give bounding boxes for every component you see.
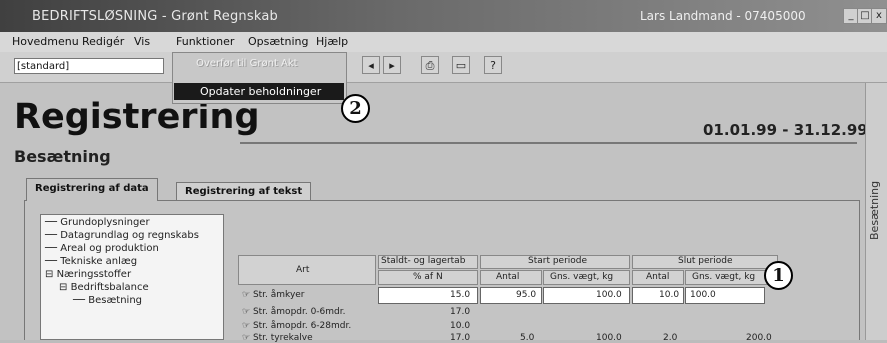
menu-rediger[interactable]: Redigér <box>82 35 124 48</box>
title-divider <box>240 142 857 144</box>
tab-registrering-tekst[interactable]: Registrering af tekst <box>176 182 312 200</box>
cell-slut-vaegt-0: 100.0 <box>690 290 716 300</box>
tree-item-tekniske-anlaeg[interactable]: ── Tekniske anlæg <box>45 256 137 267</box>
row-art-1[interactable]: ☞ Str. åmopdr. 0-6mdr. <box>242 307 346 317</box>
header-slut-vaegt: Gns. vægt, kg <box>692 272 756 282</box>
cell-tab-3: 17.0 <box>450 333 471 343</box>
row-art-3[interactable]: ☞ Str. tyrekalve <box>242 333 313 343</box>
collapse-icon[interactable]: ⊟ <box>45 269 53 280</box>
arrow-right-icon[interactable]: ▸ <box>383 56 401 74</box>
close-button[interactable]: x <box>871 8 887 24</box>
header-art: Art <box>296 265 310 275</box>
arrow-left-icon[interactable]: ◂ <box>362 56 380 74</box>
header-slut-periode: Slut periode <box>678 256 733 266</box>
tree-item-datagrundlag[interactable]: ── Datagrundlag og regnskabs <box>45 230 199 241</box>
tree-item-naeringsstoffer[interactable]: ⊟ Næringsstoffer <box>45 269 131 280</box>
header-slut-antal: Antal <box>646 272 670 282</box>
header-staldtab: Staldt- og lagertab <box>381 256 466 266</box>
tree-item-areal[interactable]: ── Areal og produktion <box>45 243 159 254</box>
header-start-periode: Start periode <box>528 256 588 266</box>
collapse-icon[interactable]: ⊟ <box>59 282 67 293</box>
row-art-2[interactable]: ☞ Str. åmopdr. 6-28mdr. <box>242 321 351 331</box>
tree-item-grundoplysninger[interactable]: ── Grundoplysninger <box>45 217 150 228</box>
date-range: 01.01.99 - 31.12.99 <box>703 121 868 139</box>
callout-marker-2: 2 <box>341 94 370 123</box>
view-select[interactable]: [standard] <box>14 58 164 74</box>
side-panel-label: Besætning <box>868 180 881 240</box>
print-icon[interactable]: ⎙ <box>421 56 439 74</box>
user-label: Lars Landmand - 07405000 <box>640 9 806 23</box>
tab-registrering-data[interactable]: Registrering af data <box>26 178 158 201</box>
menu-funktioner[interactable]: Funktioner <box>176 35 234 48</box>
cell-slut-antal-0: 10.0 <box>659 290 680 300</box>
row-art-0[interactable]: ☞ Str. åmkyer <box>242 290 305 300</box>
cell-start-vaegt-3: 100.0 <box>596 333 622 343</box>
menu-hovedmenu[interactable]: Hovedmenu <box>12 35 79 48</box>
cell-slut-vaegt-3: 200.0 <box>746 333 772 343</box>
cell-tab-2: 10.0 <box>450 321 471 331</box>
menu-opsaetning[interactable]: Opsætning <box>248 35 308 48</box>
callout-marker-1: 1 <box>764 261 793 290</box>
header-pct-n: % af N <box>413 272 443 282</box>
cell-slut-antal-3: 2.0 <box>663 333 678 343</box>
tree-item-besaetning[interactable]: ── Besætning <box>73 295 142 306</box>
help-icon[interactable]: ? <box>484 56 502 74</box>
menu-hjaelp[interactable]: Hjælp <box>316 35 348 48</box>
cell-tab-0: 15.0 <box>450 290 471 300</box>
header-start-antal: Antal <box>496 272 520 282</box>
header-start-vaegt: Gns. vægt, kg <box>550 272 614 282</box>
menu-item-overfoer: Overfør til Grønt Akt <box>196 58 298 69</box>
tree-item-bedriftsbalance[interactable]: ⊟ Bedriftsbalance <box>59 282 149 293</box>
menu-item-opdater-beholdninger[interactable]: Opdater beholdninger <box>174 83 344 100</box>
menu-bar: Hovedmenu Redigér Vis Funktioner Opsætni… <box>0 32 887 52</box>
cell-start-vaegt-0: 100.0 <box>596 290 622 300</box>
cell-start-antal-3: 5.0 <box>520 333 535 343</box>
page-subtitle: Besætning <box>14 147 111 166</box>
menu-vis[interactable]: Vis <box>134 35 150 48</box>
window-title: BEDRIFTSLØSNING - Grønt Regnskab <box>32 9 278 24</box>
screen-icon[interactable]: ▭ <box>452 56 470 74</box>
cell-tab-1: 17.0 <box>450 307 471 317</box>
tree-view: ── Grundoplysninger ── Datagrundlag og r… <box>40 214 224 340</box>
cell-start-antal-0: 95.0 <box>516 290 537 300</box>
